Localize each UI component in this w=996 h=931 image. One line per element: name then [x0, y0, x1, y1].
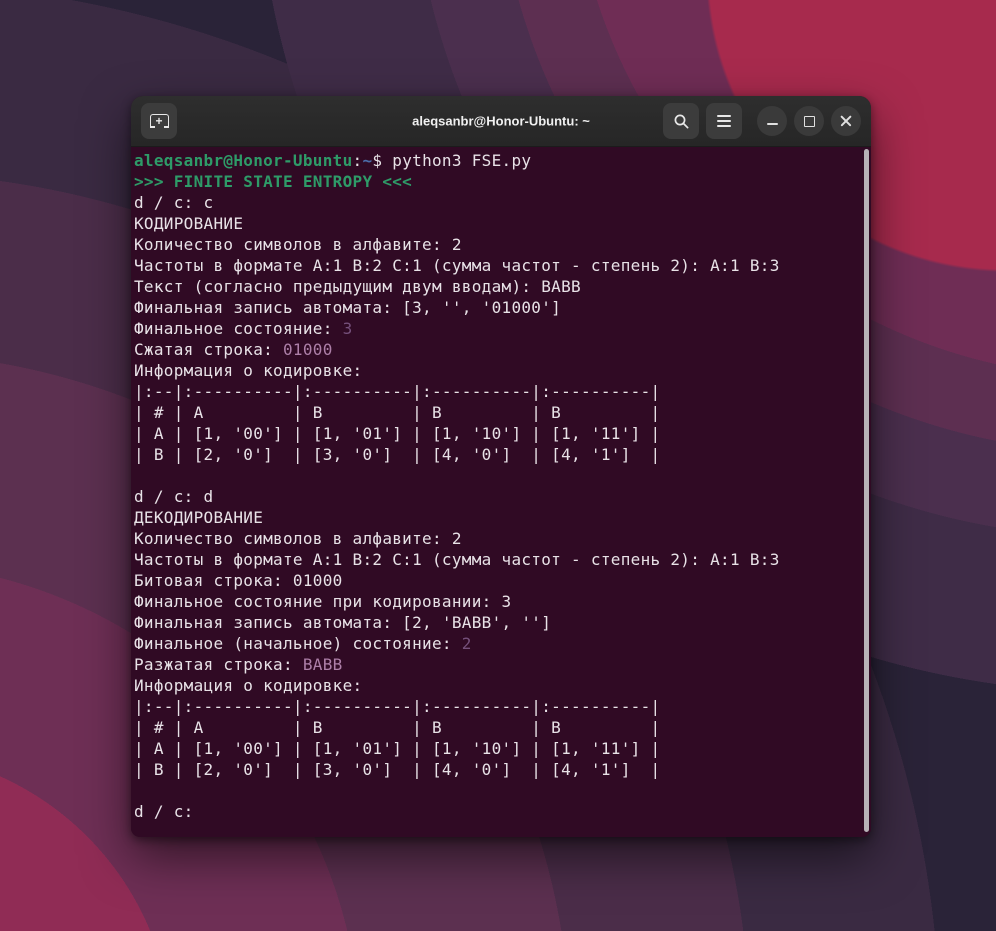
terminal-line	[134, 465, 859, 486]
minimize-button[interactable]	[757, 106, 787, 136]
terminal-line: Финальное состояние при кодировании: 3	[134, 591, 859, 612]
terminal-line: |:--|:----------|:----------|:----------…	[134, 381, 859, 402]
search-button[interactable]	[663, 103, 699, 139]
terminal-line: Финальное состояние: 3	[134, 318, 859, 339]
close-button[interactable]	[831, 106, 861, 136]
terminal-output: aleqsanbr@Honor-Ubuntu:~$ python3 FSE.py…	[131, 147, 871, 822]
terminal-line: Количество символов в алфавите: 2	[134, 528, 859, 549]
plus-glyph: +	[155, 115, 162, 127]
terminal-line: Финальная запись автомата: [2, 'BABB', '…	[134, 612, 859, 633]
maximize-icon	[804, 116, 815, 127]
terminal-line: | # | A | B | B | B |	[134, 402, 859, 423]
terminal-line: Финальное (начальное) состояние: 2	[134, 633, 859, 654]
hamburger-menu-icon	[717, 115, 731, 126]
terminal-line: Информация о кодировке:	[134, 360, 859, 381]
maximize-button[interactable]	[794, 106, 824, 136]
desktop-wallpaper: + aleqsanbr@Honor-Ubuntu: ~	[0, 0, 996, 931]
titlebar-controls	[663, 103, 861, 139]
new-tab-icon: +	[150, 114, 169, 128]
terminal-screen[interactable]: aleqsanbr@Honor-Ubuntu:~$ python3 FSE.py…	[131, 147, 871, 836]
menu-button[interactable]	[706, 103, 742, 139]
terminal-line: | # | A | B | B | B |	[134, 717, 859, 738]
terminal-line: Сжатая строка: 01000	[134, 339, 859, 360]
terminal-line: ДЕКОДИРОВАНИЕ	[134, 507, 859, 528]
terminal-line: |:--|:----------|:----------|:----------…	[134, 696, 859, 717]
terminal-window: + aleqsanbr@Honor-Ubuntu: ~	[131, 96, 871, 837]
terminal-line: | A | [1, '00'] | [1, '01'] | [1, '10'] …	[134, 738, 859, 759]
terminal-line: Финальная запись автомата: [3, '', '0100…	[134, 297, 859, 318]
terminal-line: aleqsanbr@Honor-Ubuntu:~$ python3 FSE.py	[134, 150, 859, 171]
search-icon	[673, 113, 690, 130]
window-title: aleqsanbr@Honor-Ubuntu: ~	[412, 114, 590, 129]
close-icon	[840, 115, 852, 127]
terminal-line: Количество символов в алфавите: 2	[134, 234, 859, 255]
terminal-line: Частоты в формате A:1 B:2 C:1 (сумма час…	[134, 549, 859, 570]
terminal-line: | B | [2, '0'] | [3, '0'] | [4, '0'] | […	[134, 759, 859, 780]
terminal-line: | A | [1, '00'] | [1, '01'] | [1, '10'] …	[134, 423, 859, 444]
titlebar: + aleqsanbr@Honor-Ubuntu: ~	[131, 96, 871, 147]
terminal-line: Битовая строка: 01000	[134, 570, 859, 591]
terminal-line	[134, 780, 859, 801]
terminal-line: Частоты в формате A:1 B:2 C:1 (сумма час…	[134, 255, 859, 276]
terminal-line: КОДИРОВАНИЕ	[134, 213, 859, 234]
terminal-line: d / c:	[134, 801, 859, 822]
scrollbar-thumb[interactable]	[864, 149, 869, 832]
terminal-line: | B | [2, '0'] | [3, '0'] | [4, '0'] | […	[134, 444, 859, 465]
terminal-line: d / c: c	[134, 192, 859, 213]
minimize-icon	[767, 123, 778, 125]
terminal-line: d / c: d	[134, 486, 859, 507]
terminal-line: Информация о кодировке:	[134, 675, 859, 696]
new-tab-button[interactable]: +	[141, 103, 177, 139]
terminal-line: Текст (согласно предыдущим двум вводам):…	[134, 276, 859, 297]
terminal-line: Разжатая строка: BABB	[134, 654, 859, 675]
terminal-line: >>> FINITE STATE ENTROPY <<<	[134, 171, 859, 192]
